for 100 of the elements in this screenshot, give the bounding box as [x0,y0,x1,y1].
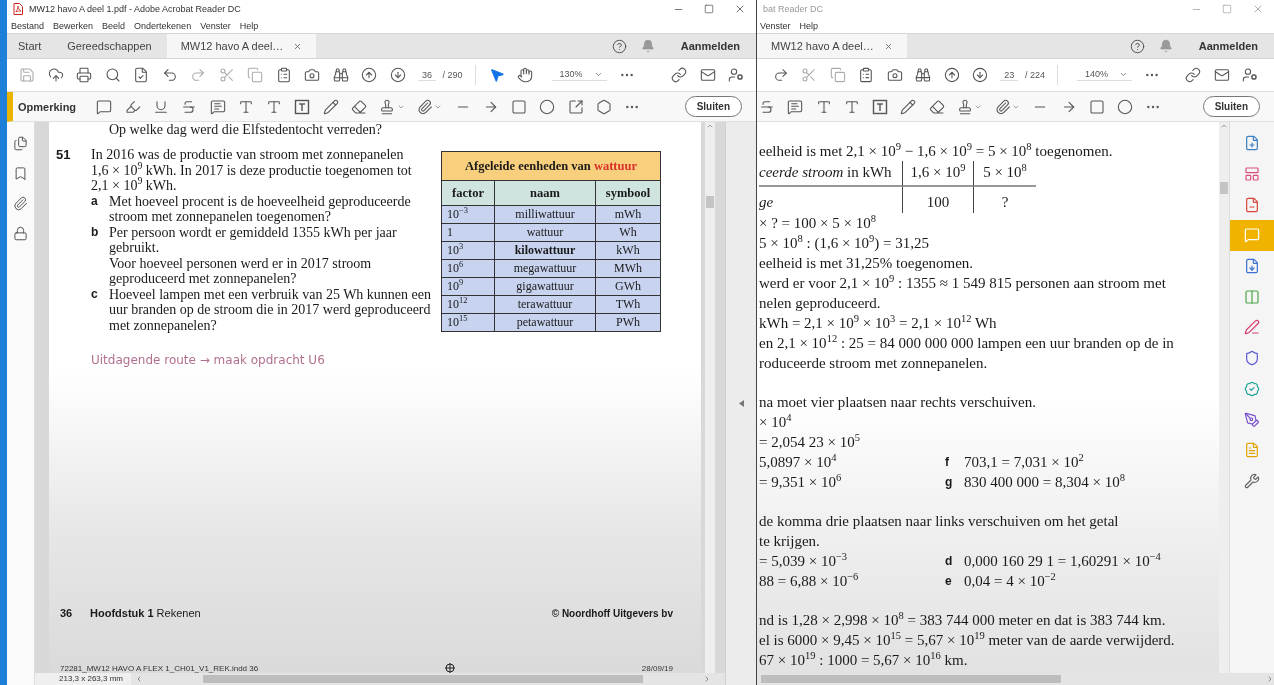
cloud-upload-icon[interactable] [47,67,64,83]
clipboard-icon[interactable] [275,67,292,83]
pencil-icon[interactable] [900,98,917,115]
help-icon[interactable] [1129,38,1145,54]
printer-icon[interactable] [76,67,92,83]
menu-item[interactable]: Ondertekenen [134,20,192,31]
circle-icon[interactable] [539,98,556,115]
lock-icon[interactable] [13,226,28,241]
menu-item[interactable]: Bewerken [53,20,94,31]
binoculars-icon[interactable] [332,67,349,83]
redo-icon[interactable] [773,67,789,83]
text-size-icon[interactable] [237,98,254,115]
paperclip-icon[interactable] [13,196,28,211]
help-icon[interactable] [611,38,627,54]
hexagon-icon[interactable] [596,98,612,115]
camera-icon[interactable] [886,67,903,83]
link-icon[interactable] [1185,67,1202,83]
file-check-icon[interactable] [133,67,149,83]
vertical-scrollbar[interactable] [1219,122,1229,673]
text-icon[interactable] [266,98,283,115]
link-icon[interactable] [671,67,687,83]
previous-page-icon[interactable] [943,67,960,83]
close-tab-icon[interactable] [293,41,303,51]
stamp-icon[interactable] [379,98,396,115]
mail-icon[interactable] [1213,67,1230,83]
close-button[interactable]: Sluiten [1202,96,1260,117]
close-icon[interactable] [734,3,746,15]
rectangle-icon[interactable] [1088,98,1105,115]
clipboard-icon[interactable] [858,67,875,83]
answer-text: 67 × 10$^{19}$ : 1000 = 5,67 × 10$^{16}$ km. [759,652,968,668]
pen-icon [1244,319,1260,336]
scroll-thumb[interactable] [1220,182,1228,194]
tab[interactable]: Gereedschappen [56,34,163,58]
tab[interactable]: Start [7,34,53,58]
paperclip-icon[interactable] [994,98,1011,115]
search-icon[interactable] [104,67,121,83]
pencil-icon[interactable] [322,98,339,115]
answer-text: × 10$^{4}$ [759,414,792,430]
callout-icon[interactable] [567,98,584,115]
sign-in-link[interactable]: Aanmelden [680,40,740,52]
strikethrough-icon[interactable] [181,98,198,115]
menu-item[interactable]: Venster [760,20,791,31]
next-page-icon[interactable] [389,67,406,83]
menu-item[interactable]: Venster [200,20,231,31]
pages-icon[interactable] [13,136,28,151]
eraser-icon[interactable] [928,98,945,115]
table-title: Afgeleide eenheden van wattuur [441,151,661,181]
close-button[interactable]: Sluiten [684,96,742,117]
menu-item[interactable]: Beeld [102,20,126,31]
scroll-thumb[interactable] [706,196,714,208]
text-icon[interactable] [843,98,860,115]
hand-icon[interactable] [517,67,534,83]
close-tab-icon[interactable] [883,41,893,51]
undo-icon[interactable] [161,67,178,83]
text-box-icon[interactable] [872,98,889,115]
user-icon[interactable] [728,67,744,83]
page-number-field[interactable]: 36 [418,69,436,81]
previous-page-icon[interactable] [361,67,377,83]
user-icon[interactable] [1242,67,1259,83]
page-size-label: 213,3 x 263,3 mm [35,673,132,685]
text-comment-icon[interactable] [209,98,226,115]
text-size-icon[interactable] [815,98,832,115]
eraser-icon[interactable] [351,98,368,115]
menu-item[interactable]: Help [799,20,819,31]
menu-item[interactable]: Help [239,20,259,31]
pointer-icon[interactable] [488,67,505,83]
page-number-field[interactable]: 23 [1000,69,1019,81]
question-text: Voor hoeveel personen werd er in 2017 stroom geproduceerd met zonnepanelen? [109,255,372,286]
tab[interactable]: MW12 havo A deel… [166,34,317,58]
answer-text: 5,0897 × 10$^{4}$ [759,454,837,470]
paperclip-icon[interactable] [416,98,433,115]
next-page-icon[interactable] [971,67,988,83]
highlighter-icon[interactable] [124,98,141,115]
collapse-handle-icon[interactable] [738,400,744,407]
table-cell: 5 × 10$^{8}$ [983,164,1027,180]
camera-icon[interactable] [304,67,320,83]
mail-icon[interactable] [699,67,716,83]
underline-icon[interactable] [152,98,169,115]
binoculars-icon[interactable] [915,67,932,83]
bookmark-icon[interactable] [13,166,28,181]
print-slug: 28/09/19 [641,663,673,673]
file-plus-icon [1244,135,1260,152]
rectangle-icon[interactable] [511,98,528,115]
comment-icon[interactable] [96,98,113,115]
document-icon [1244,442,1260,459]
pdf-file-icon [13,3,23,15]
zoom-dropdown[interactable]: 140% [1076,69,1132,81]
sign-in-link[interactable]: Aanmelden [1198,40,1258,52]
stamp-icon[interactable] [957,98,974,115]
strikethrough-icon[interactable] [759,98,775,115]
circle-icon[interactable] [1117,98,1134,115]
zoom-dropdown[interactable]: 130% [551,69,607,81]
table-cell: ge [759,194,774,210]
maximize-icon[interactable] [704,4,714,14]
text-box-icon[interactable] [294,98,311,115]
tab[interactable]: MW12 havo A deel… [757,34,907,58]
scroll-right-icon[interactable] [1266,675,1274,683]
vertical-scrollbar[interactable] [705,122,715,673]
text-comment-icon[interactable] [787,98,804,115]
menu-item[interactable]: Bestand [11,20,45,31]
